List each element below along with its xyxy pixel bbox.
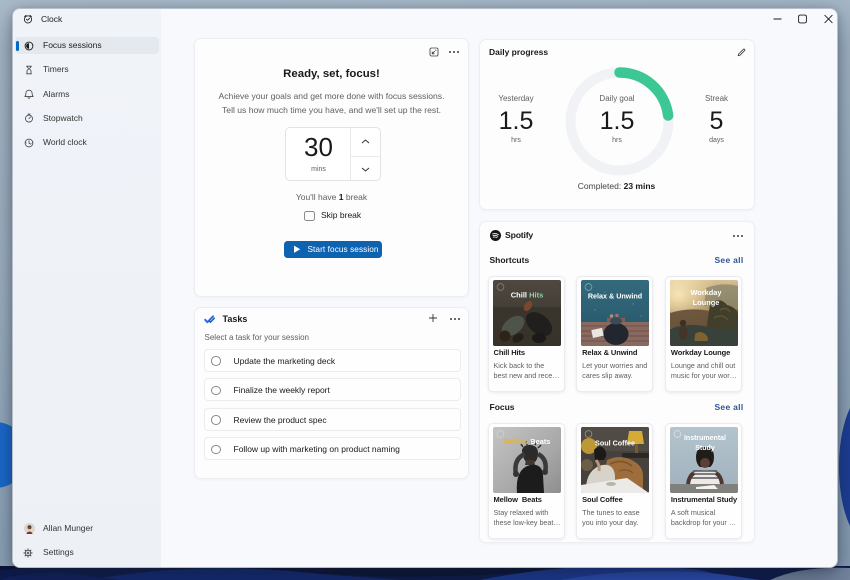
svg-text:Soul Coffee: Soul Coffee <box>595 439 635 448</box>
svg-text:Mellow Beats: Mellow Beats <box>503 437 550 446</box>
svg-text:Study: Study <box>695 445 715 452</box>
svg-text:Instrumental: Instrumental <box>684 435 726 442</box>
svg-text:Lounge: Lounge <box>693 298 720 307</box>
svg-text:Relax & Unwind: Relax & Unwind <box>588 292 642 301</box>
svg-text:Workday: Workday <box>691 288 723 297</box>
svg-text:Chill Hits: Chill Hits <box>510 291 543 300</box>
